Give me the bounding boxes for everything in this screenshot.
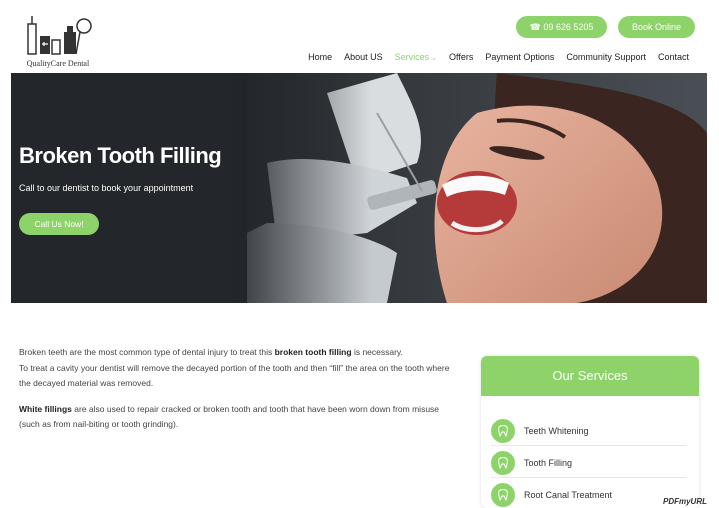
logo-mark-icon: [27, 16, 92, 55]
nav-services[interactable]: Services ⌄: [395, 52, 437, 62]
paragraph-1: Broken teeth are the most common type of…: [19, 345, 459, 392]
nav-home[interactable]: Home: [308, 52, 332, 62]
service-label: Tooth Filling: [524, 457, 573, 468]
services-panel: Our Services Teeth Whitening Tooth Filli…: [481, 356, 699, 508]
nav-offers[interactable]: Offers: [449, 52, 473, 62]
nav-payment-options[interactable]: Payment Options: [485, 52, 554, 62]
chevron-down-icon: ⌄: [431, 55, 438, 62]
service-item-teeth-whitening[interactable]: Teeth Whitening: [491, 416, 687, 446]
tooth-icon: [491, 450, 515, 475]
service-label: Root Canal Treatment: [524, 490, 613, 500]
nav-about-us[interactable]: About US: [344, 52, 383, 62]
book-online-button[interactable]: Book Online: [618, 16, 695, 38]
p3-bold: White fillings: [19, 403, 72, 414]
p2-text: To treat a cavity your dentist will remo…: [19, 362, 450, 389]
nav-community-support[interactable]: Community Support: [566, 52, 646, 62]
service-item-root-canal[interactable]: Root Canal Treatment: [491, 480, 687, 508]
services-title: Our Services: [481, 356, 699, 396]
paragraph-2: White fillings are also used to repair c…: [19, 402, 459, 433]
logo[interactable]: QualityCare Dental: [22, 14, 94, 70]
p3-text: are also used to repair cracked or broke…: [19, 403, 440, 430]
main-nav: Home About US Services ⌄ Offers Payment O…: [308, 52, 689, 62]
p1-bold: broken tooth filling: [274, 347, 352, 357]
article-body: Broken teeth are the most common type of…: [19, 345, 459, 443]
hero-title: Broken Tooth Filling: [19, 143, 222, 168]
hero-subtitle: Call to our dentist to book your appoint…: [19, 183, 194, 193]
phone-icon: ☎: [529, 22, 541, 32]
hero-banner: Broken Tooth Filling Call to our dentist…: [11, 73, 707, 303]
phone-button[interactable]: ☎ 09 626 5205: [516, 16, 607, 38]
p1-text-c: is necessary.: [351, 347, 403, 357]
service-label: Teeth Whitening: [524, 425, 589, 436]
nav-services-label: Services: [394, 52, 430, 62]
tooth-icon: [491, 483, 515, 507]
phone-number: 09 626 5205: [543, 22, 594, 32]
call-us-button[interactable]: Call Us Now!: [19, 213, 99, 235]
service-item-tooth-filling[interactable]: Tooth Filling: [491, 448, 687, 478]
nav-contact[interactable]: Contact: [658, 52, 689, 62]
pdfmyurl-badge[interactable]: PDFmyURL: [663, 497, 707, 506]
p1-text-a: Broken teeth are the most common type of…: [19, 347, 275, 357]
logo-text: QualityCare Dental: [26, 59, 90, 68]
tooth-icon: [491, 418, 515, 443]
